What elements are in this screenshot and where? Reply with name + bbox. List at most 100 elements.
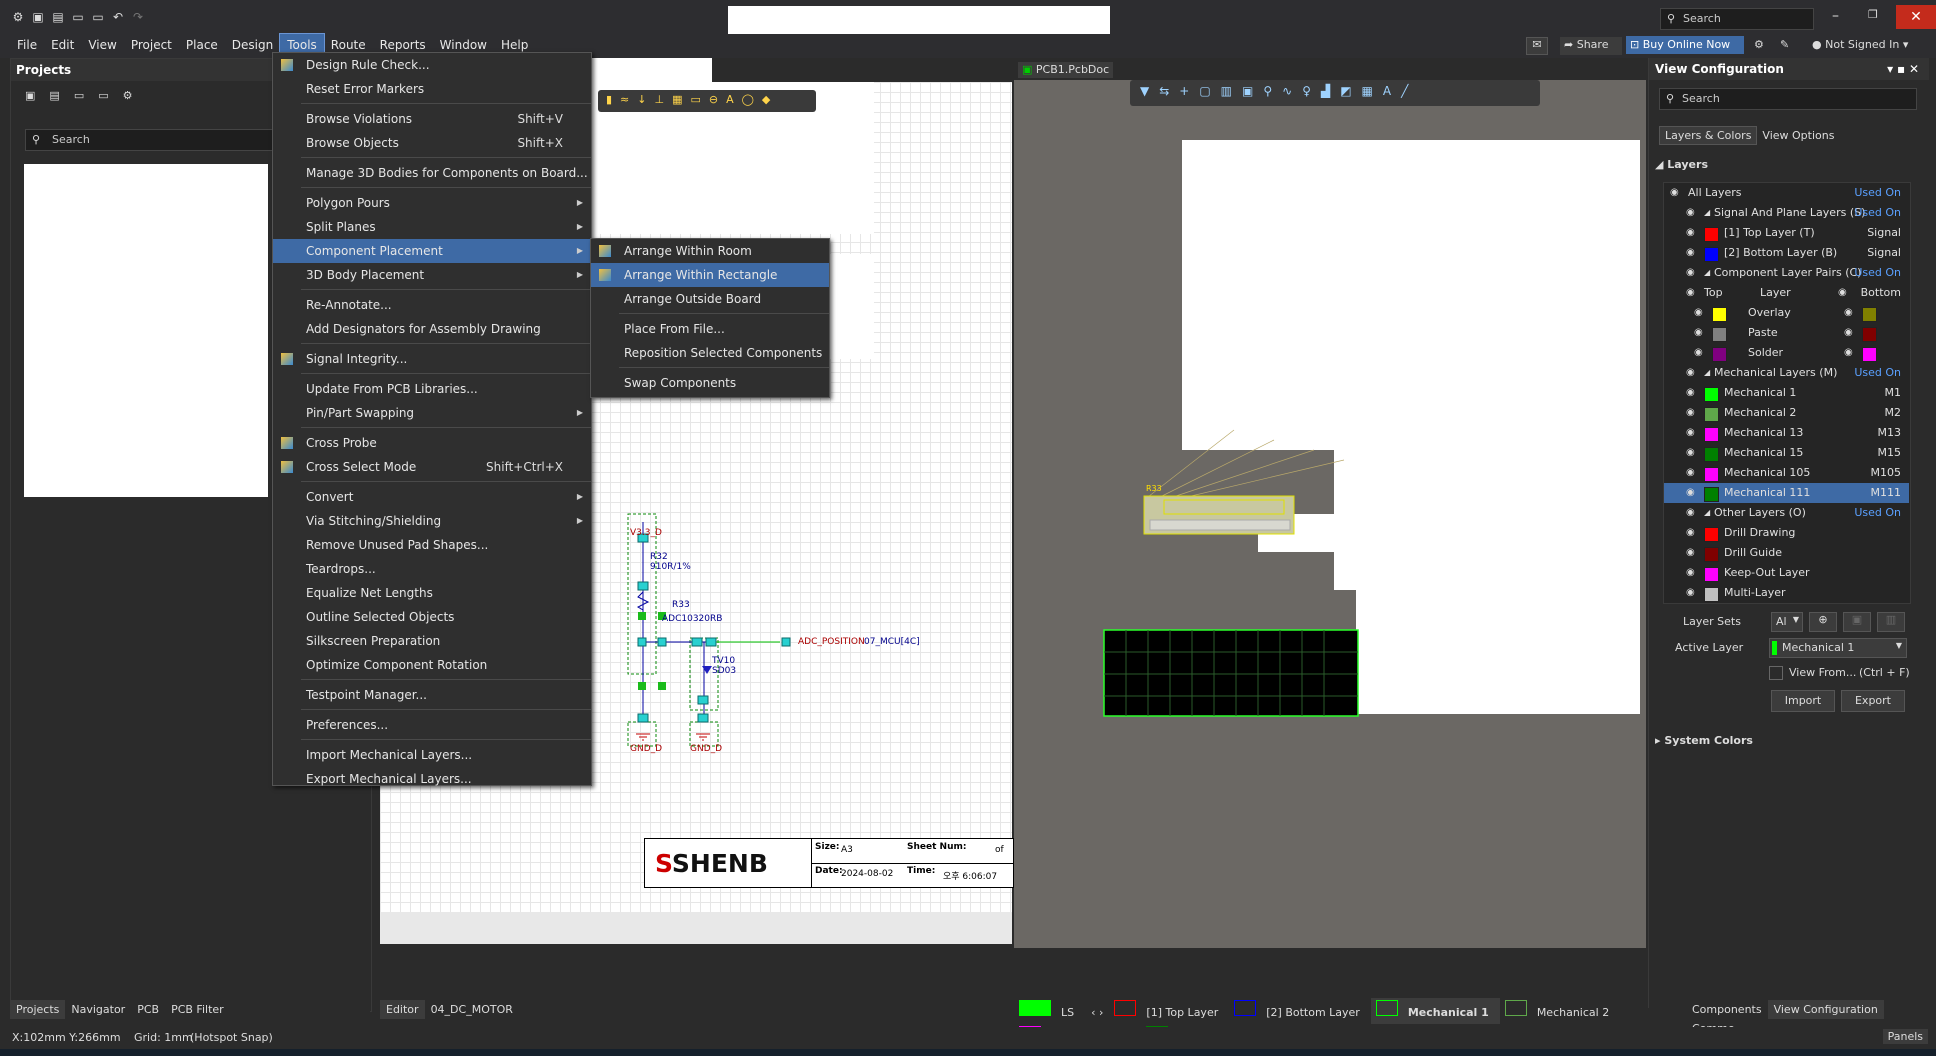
tab-editor[interactable]: Editor [380, 1000, 425, 1019]
tab-view-options[interactable]: View Options [1757, 127, 1839, 144]
global-search-input[interactable]: ⚲ Search [1660, 8, 1814, 30]
layer-row-signal-and-plane-layers-s[interactable]: ◉ ◢ Signal And Plane Layers (S) Used On [1664, 203, 1909, 223]
layer-color-swatch-top[interactable] [1712, 347, 1727, 362]
layer-color-swatch-bottom[interactable] [1862, 347, 1877, 362]
pcb-layer-tab-1-top-layer[interactable]: [1] Top Layer [1109, 998, 1229, 1024]
collapse-arrow-icon[interactable]: ◢ [1704, 363, 1710, 383]
add-icon[interactable]: ▤ [49, 89, 59, 102]
tab-layers-colors[interactable]: Layers & Colors [1659, 126, 1758, 145]
menu-item-optimize-component-rotation[interactable]: Optimize Component Rotation [273, 653, 591, 677]
open-icon[interactable]: ▭ [70, 9, 86, 25]
tab-pcb-filter[interactable]: PCB Filter [165, 1000, 230, 1019]
layer-color-swatch-bottom[interactable] [1862, 307, 1877, 322]
user-menu[interactable]: ● Not Signed In ▾ [1812, 38, 1908, 51]
tools-wrench-icon[interactable]: ✎ [1780, 38, 1789, 51]
redo-icon[interactable]: ↷ [130, 9, 146, 25]
visibility-eye-icon[interactable]: ◉ [1686, 503, 1695, 523]
visibility-eye-icon[interactable]: ◉ [1686, 403, 1695, 423]
layer-set-save-button[interactable]: ▣ [1843, 612, 1871, 632]
menu-item-place-from-file[interactable]: Place From File... [591, 317, 829, 341]
save-icon[interactable]: ▣ [30, 9, 46, 25]
menu-item-equalize-net-lengths[interactable]: Equalize Net Lengths [273, 581, 591, 605]
menu-item-update-from-pcb-libraries[interactable]: Update From PCB Libraries... [273, 377, 591, 401]
menu-item-swap-components[interactable]: Swap Components [591, 371, 829, 395]
value-r32[interactable]: 910R/1% [650, 562, 691, 572]
share-button[interactable]: ➦ Share [1560, 37, 1622, 55]
layer-color-swatch[interactable] [1704, 487, 1719, 502]
net-label-adc-position[interactable]: ADC_POSITION [798, 637, 865, 647]
collapse-arrow-icon[interactable]: ◢ [1704, 203, 1710, 223]
layer-row-solder[interactable]: ◉ Solder ◉ [1664, 343, 1909, 363]
menu-project[interactable]: Project [124, 34, 179, 56]
menu-item-polygon-pours[interactable]: Polygon Pours ▶ [273, 191, 591, 215]
menu-item-pin-part-swapping[interactable]: Pin/Part Swapping ▶ [273, 401, 591, 425]
visibility-eye-icon[interactable]: ◉ [1686, 463, 1695, 483]
import-button[interactable]: Import [1771, 690, 1835, 712]
visibility-eye-icon[interactable]: ◉ [1844, 323, 1853, 343]
menu-item-3d-body-placement[interactable]: 3D Body Placement ▶ [273, 263, 591, 287]
visibility-eye-icon[interactable]: ◉ [1838, 283, 1847, 303]
visibility-eye-icon[interactable]: ◉ [1686, 483, 1695, 503]
layers-section-header[interactable]: ◢ Layers [1655, 158, 1708, 171]
layer-row-other-layers-o[interactable]: ◉ ◢ Other Layers (O) Used On [1664, 503, 1909, 523]
visibility-eye-icon[interactable]: ◉ [1844, 303, 1853, 323]
menu-item-design-rule-check[interactable]: Design Rule Check... [273, 53, 591, 77]
menu-item-export-mechanical-layers[interactable]: Export Mechanical Layers... [273, 767, 591, 791]
projects-search-input[interactable]: ⚲ Search [25, 129, 277, 151]
menu-item-via-stitching-shielding[interactable]: Via Stitching/Shielding ▶ [273, 509, 591, 533]
layer-color-swatch-bottom[interactable] [1862, 327, 1877, 342]
layer-row-mechanical-2[interactable]: ◉ Mechanical 2 M2 [1664, 403, 1909, 423]
system-colors-section[interactable]: ▸ System Colors [1655, 734, 1753, 747]
projects-tree-area[interactable] [24, 164, 268, 497]
layer-right-label[interactable]: Used On [1854, 183, 1901, 203]
visibility-eye-icon[interactable]: ◉ [1686, 283, 1695, 303]
menu-item-arrange-outside-board[interactable]: Arrange Outside Board [591, 287, 829, 311]
collapse-arrow-icon[interactable]: ◢ [1704, 263, 1710, 283]
designator-r33[interactable]: R33 [672, 600, 690, 610]
layer-set-add-button[interactable]: ⊕ [1809, 612, 1837, 632]
minimize-button[interactable]: – [1832, 8, 1839, 24]
menu-item-re-annotate[interactable]: Re-Annotate... [273, 293, 591, 317]
menu-item-teardrops[interactable]: Teardrops... [273, 557, 591, 581]
visibility-eye-icon[interactable]: ◉ [1686, 223, 1695, 243]
visibility-eye-icon[interactable]: ◉ [1686, 263, 1695, 283]
pcb-layer-tab-2-bottom-layer[interactable]: [2] Bottom Layer [1229, 998, 1371, 1024]
visibility-eye-icon[interactable]: ◉ [1844, 343, 1853, 363]
menu-file[interactable]: File [10, 34, 44, 56]
layer-color-swatch[interactable] [1704, 467, 1719, 482]
menu-view[interactable]: View [81, 34, 123, 56]
layer-row-mechanical-15[interactable]: ◉ Mechanical 15 M15 [1664, 443, 1909, 463]
panels-button[interactable]: Panels [1882, 1029, 1928, 1044]
power-port-gnd-1[interactable]: GND_D [630, 744, 662, 754]
app-icon[interactable]: ⚙ [10, 9, 26, 25]
layer-color-swatch[interactable] [1704, 587, 1719, 602]
view-from-checkbox[interactable] [1769, 666, 1783, 680]
layer-scroll-arrows-icon[interactable]: ‹ › [1085, 1003, 1109, 1022]
layer-row-drill-drawing[interactable]: ◉ Drill Drawing [1664, 523, 1909, 543]
visibility-eye-icon[interactable]: ◉ [1670, 183, 1679, 203]
restore-button[interactable]: ❐ [1868, 8, 1878, 21]
menu-item-testpoint-manager[interactable]: Testpoint Manager... [273, 683, 591, 707]
layer-color-swatch[interactable] [1704, 247, 1719, 262]
value-adc[interactable]: ADC10320RB [662, 614, 722, 624]
menu-edit[interactable]: Edit [44, 34, 81, 56]
layer-color-swatch[interactable] [1704, 427, 1719, 442]
layer-color-swatch[interactable] [1704, 527, 1719, 542]
menu-item-remove-unused-pad-shapes[interactable]: Remove Unused Pad Shapes... [273, 533, 591, 557]
net-label-v33[interactable]: V3.3_D [630, 528, 662, 538]
pcb-layer-tab-ls[interactable]: LS [1014, 998, 1085, 1024]
designator-tv10[interactable]: TV10 [712, 656, 735, 666]
open-project-icon[interactable]: ▭ [90, 9, 106, 25]
layer-row-mechanical-111[interactable]: ◉ Mechanical 111 M111 [1664, 483, 1909, 503]
menu-item-arrange-within-rectangle[interactable]: Arrange Within Rectangle [591, 263, 829, 287]
visibility-eye-icon[interactable]: ◉ [1694, 323, 1703, 343]
visibility-eye-icon[interactable]: ◉ [1694, 303, 1703, 323]
visibility-eye-icon[interactable]: ◉ [1694, 343, 1703, 363]
pcb-layer-tab-mechanical-1[interactable]: Mechanical 1 [1370, 998, 1500, 1024]
power-port-gnd-2[interactable]: GND_D [690, 744, 722, 754]
folder-open-icon[interactable]: ▭ [98, 89, 108, 102]
panel-pin-close-icons[interactable]: ▾ ▪ ✕ [1887, 58, 1919, 80]
layer-set-delete-button[interactable]: ▥ [1877, 612, 1905, 632]
layer-row-mechanical-1[interactable]: ◉ Mechanical 1 M1 [1664, 383, 1909, 403]
save-all-icon[interactable]: ▤ [50, 9, 66, 25]
